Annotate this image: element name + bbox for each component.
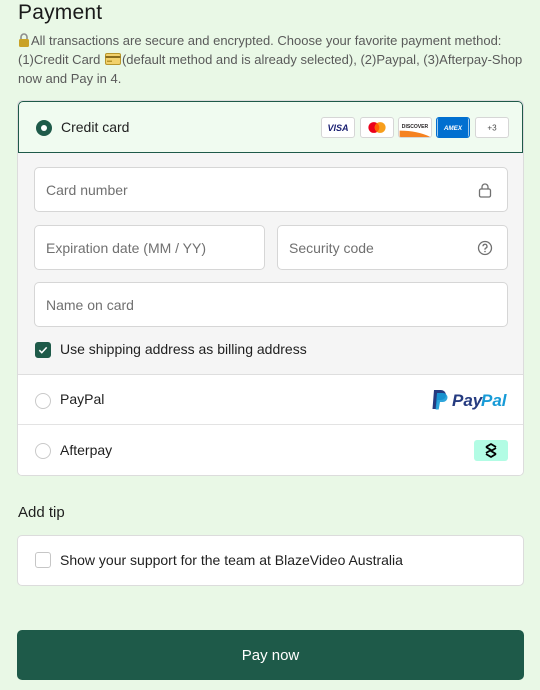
add-tip-heading: Add tip xyxy=(18,504,65,521)
pay-now-button[interactable]: Pay now xyxy=(17,630,524,680)
afterpay-radio[interactable] xyxy=(35,443,51,459)
paypal-radio[interactable] xyxy=(35,393,51,409)
mastercard-icon xyxy=(360,117,394,138)
paypal-logo-icon: Pay Pal xyxy=(431,388,511,412)
tip-checkbox-label: Show your support for the team at BlazeV… xyxy=(60,552,403,568)
card-number-input[interactable] xyxy=(35,168,507,211)
svg-text:VISA: VISA xyxy=(327,123,348,133)
checkmark-icon xyxy=(38,346,48,354)
svg-text:Pal: Pal xyxy=(481,391,508,410)
visa-icon: VISA xyxy=(321,117,355,138)
payment-methods-box: Credit card VISA DISCOVER AMEX +3 Card n… xyxy=(17,100,524,476)
name-on-card-field[interactable] xyxy=(34,282,508,327)
expiration-date-field[interactable] xyxy=(34,225,265,270)
credit-card-form: Use shipping address as billing address xyxy=(18,153,523,375)
billing-address-label: Use shipping address as billing address xyxy=(60,341,307,357)
name-on-card-input[interactable] xyxy=(35,283,507,326)
expiration-date-input[interactable] xyxy=(35,226,264,269)
svg-text:+3: +3 xyxy=(487,124,497,133)
security-code-field[interactable] xyxy=(277,225,508,270)
security-info-text: All transactions are secure and encrypte… xyxy=(18,31,528,88)
svg-text:AMEX: AMEX xyxy=(443,125,463,132)
help-icon[interactable] xyxy=(477,240,493,256)
svg-text:DISCOVER: DISCOVER xyxy=(402,124,429,130)
credit-card-label: Credit card xyxy=(61,119,130,135)
paypal-label: PayPal xyxy=(60,391,105,407)
payment-option-afterpay[interactable]: Afterpay xyxy=(18,425,523,475)
lock-icon xyxy=(18,33,30,47)
security-code-input[interactable] xyxy=(278,226,507,269)
afterpay-logo-icon xyxy=(474,440,508,461)
credit-card-icon xyxy=(104,51,121,65)
lock-icon xyxy=(477,182,493,198)
tip-checkbox[interactable] xyxy=(35,552,51,568)
discover-icon: DISCOVER xyxy=(398,117,432,138)
amex-icon: AMEX xyxy=(436,117,470,138)
payment-option-credit-card[interactable]: Credit card VISA DISCOVER AMEX +3 xyxy=(18,101,523,153)
tip-option[interactable]: Show your support for the team at BlazeV… xyxy=(17,535,524,586)
page-title: Payment xyxy=(18,1,103,24)
afterpay-label: Afterpay xyxy=(60,442,113,458)
more-brands-badge: +3 xyxy=(475,117,509,138)
svg-text:Pay: Pay xyxy=(452,391,484,410)
payment-option-paypal[interactable]: PayPal Pay Pal xyxy=(18,375,523,425)
billing-address-checkbox[interactable] xyxy=(35,342,51,358)
card-number-field[interactable] xyxy=(34,167,508,212)
credit-card-radio[interactable] xyxy=(36,120,52,136)
